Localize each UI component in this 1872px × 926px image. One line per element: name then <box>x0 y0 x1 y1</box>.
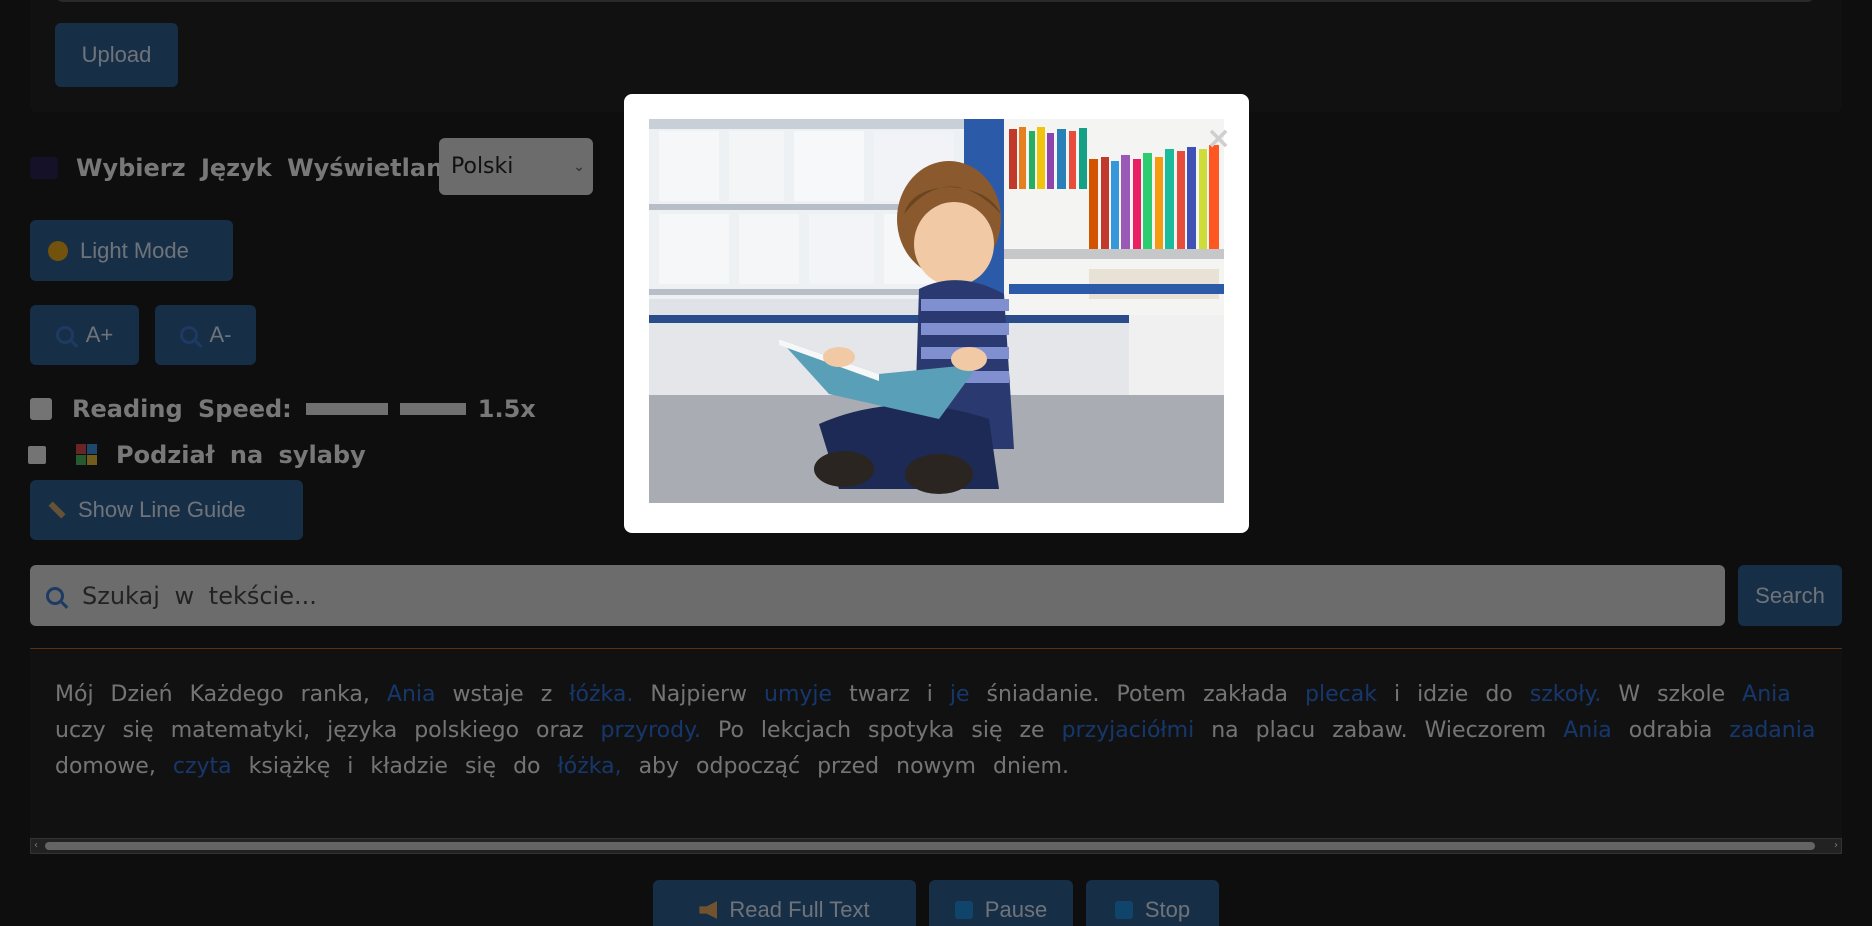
modal-image <box>649 119 1224 503</box>
child-reading-image <box>649 119 1224 503</box>
close-icon[interactable]: × <box>1206 124 1231 154</box>
